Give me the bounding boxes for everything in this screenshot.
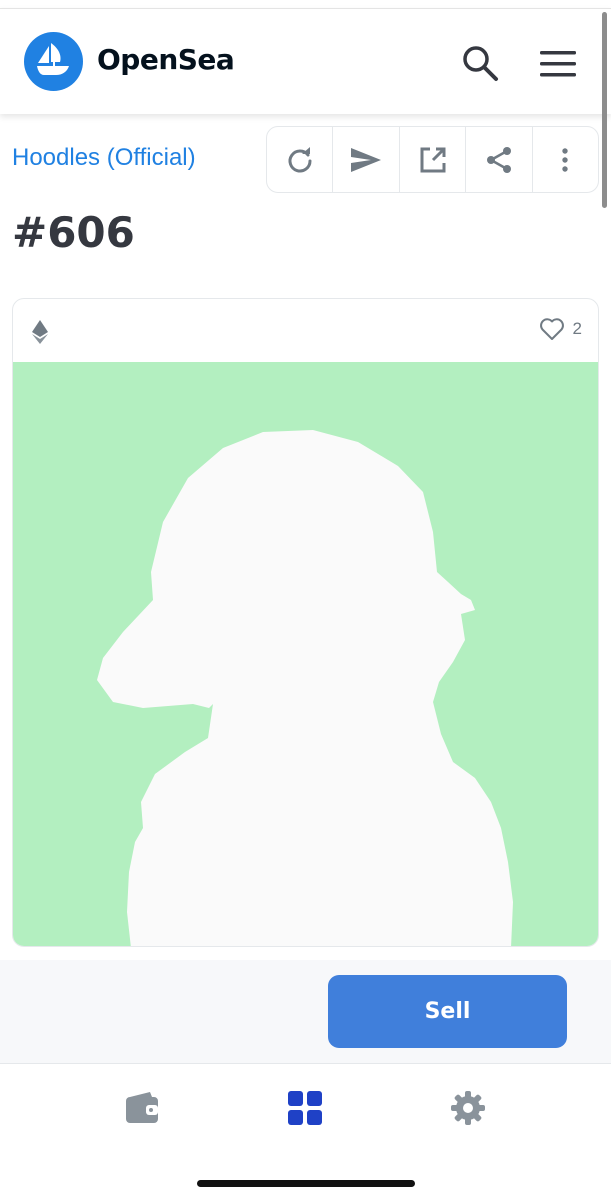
opensea-logo-icon[interactable]	[24, 32, 83, 91]
asset-card: 2	[12, 298, 599, 947]
asset-toolbar	[266, 126, 599, 193]
nft-image[interactable]	[13, 362, 598, 946]
grid-icon[interactable]	[285, 1088, 325, 1128]
favorite-button[interactable]: 2	[539, 317, 582, 341]
bottom-nav	[0, 1065, 611, 1165]
sell-button[interactable]: Sell	[328, 975, 567, 1048]
transfer-button[interactable]	[333, 127, 400, 192]
collection-link[interactable]: Hoodles (Official)	[12, 144, 196, 172]
home-indicator[interactable]	[197, 1180, 415, 1187]
external-link-button[interactable]	[400, 127, 467, 192]
card-header: 2	[13, 299, 598, 362]
share-icon	[486, 146, 511, 173]
refresh-icon	[288, 146, 312, 172]
refresh-button[interactable]	[267, 127, 334, 192]
favorite-count: 2	[572, 319, 582, 338]
token-title: #606	[12, 208, 135, 257]
ethereum-icon	[32, 320, 48, 344]
share-button[interactable]	[466, 127, 533, 192]
external-link-icon	[420, 147, 446, 172]
scrollbar[interactable]	[602, 12, 607, 208]
brand-name[interactable]: OpenSea	[97, 43, 235, 76]
page: OpenSea Hoodles (Official) #606 2 Sell	[0, 0, 611, 1200]
settings-icon[interactable]	[448, 1088, 488, 1128]
more-button[interactable]	[533, 127, 598, 192]
action-bar: Sell	[0, 960, 611, 1064]
send-icon	[351, 147, 382, 172]
more-icon	[562, 147, 569, 172]
top-header: OpenSea	[0, 8, 611, 114]
search-icon[interactable]	[458, 42, 502, 86]
wallet-icon[interactable]	[122, 1088, 162, 1128]
menu-icon[interactable]	[536, 47, 580, 83]
heart-icon	[539, 318, 564, 340]
